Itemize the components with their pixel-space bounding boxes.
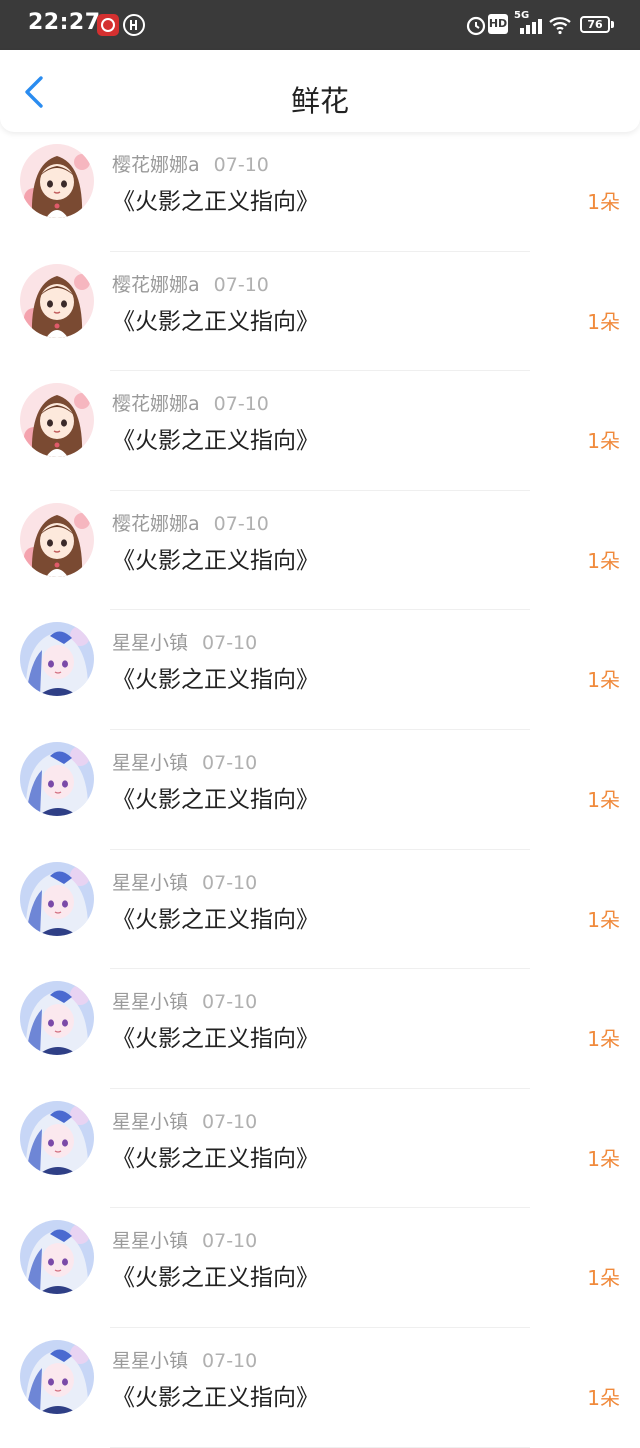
- list-item[interactable]: 星星小镇 07-10 《火影之正义指向》 1朵: [0, 730, 640, 850]
- hd-badge: HD: [488, 14, 508, 34]
- battery-icon: 76: [580, 16, 610, 33]
- post-date: 07-10: [202, 632, 258, 655]
- user-name-label: 樱花娜娜a: [112, 154, 200, 176]
- post-date: 07-10: [202, 1349, 258, 1372]
- post-title[interactable]: 《火影之正义指向》: [112, 182, 319, 216]
- post-date: 07-10: [213, 393, 269, 416]
- flower-count: 1朵: [587, 907, 620, 932]
- post-title[interactable]: 《火影之正义指向》: [112, 1258, 319, 1292]
- list-item[interactable]: 樱花娜娜a 07-10 《火影之正义指向》 1朵: [0, 371, 640, 491]
- status-time: 22:27: [28, 10, 101, 35]
- music-app-icon: [97, 14, 119, 36]
- post-title[interactable]: 《火影之正义指向》: [112, 660, 319, 694]
- post-title[interactable]: 《火影之正义指向》: [112, 1019, 319, 1053]
- flower-count: 1朵: [587, 548, 620, 573]
- video-app-icon: [123, 14, 145, 36]
- battery-level: 76: [587, 18, 603, 31]
- user-name: 星星小镇 07-10: [112, 1346, 257, 1373]
- post-title[interactable]: 《火影之正义指向》: [112, 541, 319, 575]
- list-item[interactable]: 星星小镇 07-10 《火影之正义指向》 1朵: [0, 1089, 640, 1209]
- status-bar: 22:27 HD 5G 76: [0, 0, 640, 50]
- page-header: 鲜花: [0, 50, 640, 132]
- user-name: 星星小镇 07-10: [112, 1226, 257, 1253]
- user-name-label: 樱花娜娜a: [112, 393, 200, 416]
- post-date: 07-10: [213, 273, 269, 296]
- flower-count: 1朵: [587, 1385, 620, 1410]
- list-item[interactable]: 星星小镇 07-10 《火影之正义指向》 1朵: [0, 850, 640, 970]
- post-title[interactable]: 《火影之正义指向》: [112, 780, 319, 814]
- post-date: 07-10: [202, 991, 258, 1014]
- user-name-label: 星星小镇: [112, 1110, 189, 1133]
- post-date: 07-10: [202, 1230, 258, 1253]
- signal-icon: [520, 19, 542, 34]
- post-date: 07-10: [213, 512, 269, 535]
- user-name-label: 星星小镇: [112, 871, 189, 894]
- flower-count: 1朵: [587, 190, 620, 214]
- battery-tip: [611, 21, 614, 28]
- list-item[interactable]: 樱花娜娜a 07-10 《火影之正义指向》 1朵: [0, 252, 640, 372]
- user-name: 樱花娜娜a 07-10: [112, 270, 269, 297]
- avatar[interactable]: [20, 502, 94, 577]
- flower-count: 1朵: [587, 429, 620, 454]
- flower-count: 1朵: [587, 1146, 620, 1171]
- user-name-label: 樱花娜娜a: [112, 273, 200, 296]
- avatar[interactable]: [20, 1100, 94, 1175]
- user-name-label: 星星小镇: [112, 1349, 189, 1372]
- avatar[interactable]: [20, 861, 94, 936]
- user-name-label: 樱花娜娜a: [112, 512, 200, 535]
- post-date: 07-10: [213, 154, 269, 176]
- avatar[interactable]: [20, 144, 94, 218]
- post-title[interactable]: 《火影之正义指向》: [112, 302, 319, 336]
- list-item[interactable]: 星星小镇 07-10 《火影之正义指向》 1朵: [0, 1328, 640, 1448]
- user-name: 星星小镇 07-10: [112, 868, 257, 895]
- page-title: 鲜花: [290, 84, 349, 118]
- post-date: 07-10: [202, 1110, 258, 1133]
- avatar[interactable]: [20, 981, 94, 1056]
- post-title[interactable]: 《火影之正义指向》: [112, 900, 319, 934]
- avatar[interactable]: [20, 263, 94, 338]
- flower-count: 1朵: [587, 1027, 620, 1052]
- user-name: 星星小镇 07-10: [112, 1107, 257, 1134]
- list-item[interactable]: 樱花娜娜a 07-10 《火影之正义指向》 1朵: [0, 132, 640, 252]
- user-name-label: 星星小镇: [112, 991, 189, 1014]
- post-title[interactable]: 《火影之正义指向》: [112, 1139, 319, 1173]
- flower-count: 1朵: [587, 1266, 620, 1291]
- avatar[interactable]: [20, 383, 94, 458]
- flower-count: 1朵: [587, 787, 620, 812]
- post-title[interactable]: 《火影之正义指向》: [112, 421, 319, 455]
- flower-count: 1朵: [587, 668, 620, 693]
- user-name: 星星小镇 07-10: [112, 987, 257, 1014]
- wifi-icon: [549, 17, 571, 35]
- avatar[interactable]: [20, 1339, 94, 1414]
- user-name-label: 星星小镇: [112, 1230, 189, 1253]
- post-date: 07-10: [202, 751, 258, 774]
- flower-list: 樱花娜娜a 07-10 《火影之正义指向》 1朵 樱花娜娜a 07-10 《火影之正义指向》…: [0, 132, 640, 1448]
- list-item[interactable]: 星星小镇 07-10 《火影之正义指向》 1朵: [0, 969, 640, 1089]
- list-item[interactable]: 樱花娜娜a 07-10 《火影之正义指向》 1朵: [0, 491, 640, 611]
- user-name: 樱花娜娜a 07-10: [112, 150, 269, 177]
- post-title[interactable]: 《火影之正义指向》: [112, 1378, 319, 1412]
- user-name: 樱花娜娜a 07-10: [112, 389, 269, 416]
- user-name-label: 星星小镇: [112, 632, 189, 655]
- alarm-icon: [466, 16, 486, 36]
- list-item[interactable]: 星星小镇 07-10 《火影之正义指向》 1朵: [0, 610, 640, 730]
- post-date: 07-10: [202, 871, 258, 894]
- user-name: 星星小镇 07-10: [112, 748, 257, 775]
- user-name-label: 星星小镇: [112, 751, 189, 774]
- list-item[interactable]: 星星小镇 07-10 《火影之正义指向》 1朵: [0, 1208, 640, 1328]
- avatar[interactable]: [20, 741, 94, 816]
- avatar[interactable]: [20, 622, 94, 697]
- avatar[interactable]: [20, 1220, 94, 1295]
- user-name: 星星小镇 07-10: [112, 628, 257, 655]
- flower-count: 1朵: [587, 309, 620, 334]
- user-name: 樱花娜娜a 07-10: [112, 509, 269, 536]
